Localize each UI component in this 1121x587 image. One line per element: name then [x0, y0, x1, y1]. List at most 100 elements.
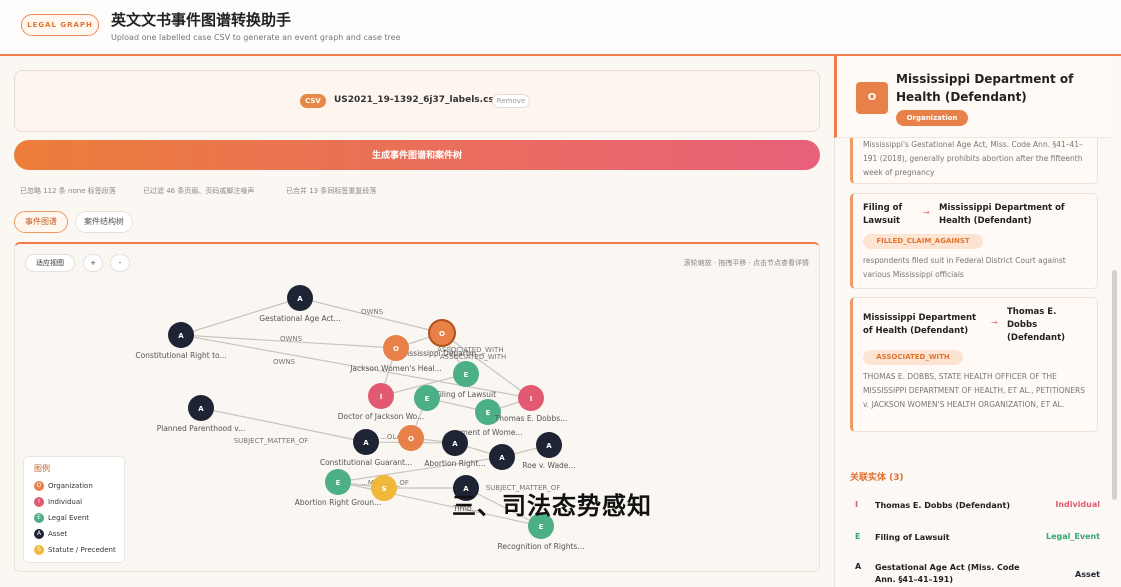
node-kind-label: A — [546, 442, 552, 450]
legend-label: Statute / Precedent — [48, 546, 116, 554]
entity-type-badge: Organization — [896, 110, 968, 126]
remove-file-button[interactable]: Remove — [492, 94, 530, 108]
relation-from: Filing of Lawsuit — [863, 203, 903, 226]
arrow-right-icon: → — [991, 318, 998, 327]
edge-label: OWNS — [361, 308, 384, 316]
legend-label: Asset — [48, 530, 68, 538]
legend-item-asset: A Asset — [34, 529, 67, 541]
node-label: Jackson Women's Heal... — [349, 364, 442, 373]
edge-label: SUBJECT_MATTER_OF — [234, 437, 309, 445]
overlay-caption: 三、司法态势感知 — [452, 492, 652, 520]
node-kind-label: A — [178, 332, 184, 340]
related-entity-item[interactable]: A Gestational Age Act (Miss. Code Ann. §… — [850, 562, 1100, 586]
zoom-out-button[interactable]: - — [110, 254, 130, 272]
node-kind-label: I — [380, 393, 383, 401]
individual-dot-icon: I — [34, 497, 44, 507]
relation-card[interactable]: Mississippi's Gestational Age Act, Miss.… — [850, 138, 1098, 184]
app-header: LEGAL GRAPH 英文文书事件图谱转换助手 Upload one labe… — [0, 0, 1121, 56]
node-kind-label: I — [530, 395, 533, 403]
entity-header: O Mississippi Department of Health (Defe… — [834, 56, 1114, 138]
node-label: Abortion Right... — [424, 459, 485, 468]
relation-type-badge: FILLED_CLAIM_AGAINST — [863, 234, 983, 249]
relation-evidence: THOMAS E. DOBBS, STATE HEALTH OFFICER OF… — [863, 372, 1085, 409]
node-kind-label: E — [539, 523, 544, 531]
graph-edge — [441, 332, 532, 399]
node-label: Constitutional Guarant... — [320, 458, 412, 467]
legal-event-icon: E — [855, 532, 861, 541]
edge-label: OWNS — [280, 335, 303, 343]
organization-dot-icon: O — [34, 481, 44, 491]
legend-label: Organization — [48, 482, 93, 490]
edge-label: OWNS — [273, 358, 296, 366]
node-kind-label: S — [381, 485, 386, 493]
stat-ignored: 已忽略 112 条 none 标签段落 — [20, 187, 116, 195]
node-label: Planned Parenthood v... — [157, 424, 246, 433]
node-label: Mississippi Departm... — [401, 349, 484, 358]
node-kind-label: A — [198, 405, 204, 413]
scrollbar[interactable] — [1112, 270, 1117, 500]
relation-to: Thomas E. Dobbs (Defendant) — [1007, 307, 1066, 343]
node-label: Constitutional Right to... — [135, 351, 226, 360]
stat-filtered: 已过滤 46 条页眉、页码或脚注噪声 — [143, 187, 255, 195]
node-label: Gestational Age Act... — [259, 314, 340, 323]
node-kind-label: A — [363, 439, 369, 447]
related-entity-type: Individual — [1055, 500, 1100, 509]
legend-item-legal-event: E Legal Event — [34, 513, 89, 525]
app-title: 英文文书事件图谱转换助手 — [111, 11, 292, 29]
node-label: Thomas E. Dobbs... — [494, 414, 568, 423]
node-kind-label: E — [336, 479, 341, 487]
legal-event-dot-icon: E — [34, 513, 44, 523]
relation-from: Mississippi Department of Health (Defend… — [863, 313, 977, 336]
zoom-in-button[interactable]: + — [83, 254, 103, 272]
legend-label: Individual — [48, 498, 83, 506]
node-kind-label: A — [297, 295, 303, 303]
entity-name: Mississippi Department of Health (Defend… — [896, 72, 1074, 104]
legend-item-individual: I Individual — [34, 497, 82, 509]
relation-type-badge: ASSOCIATED_WITH — [863, 350, 963, 365]
related-entity-name: Thomas E. Dobbs (Defendant) — [875, 501, 1010, 510]
individual-icon: I — [855, 500, 858, 509]
app-subtitle: Upload one labelled case CSV to generate… — [111, 33, 401, 42]
legend-item-organization: O Organization — [34, 481, 93, 493]
related-entity-type: Legal_Event — [1045, 532, 1100, 541]
node-label: Roe v. Wade... — [522, 461, 575, 470]
generate-button[interactable]: 生成事件图谱和案件树 — [14, 140, 820, 170]
node-kind-label: E — [464, 371, 469, 379]
organization-icon: O — [856, 82, 888, 114]
related-entity-name: Filing of Lawsuit — [875, 533, 950, 542]
relation-evidence: Mississippi's Gestational Age Act, Miss.… — [863, 140, 1083, 177]
graph-hint: 滚轮缩放 · 拖拽平移 · 点击节点查看详情 — [683, 259, 809, 267]
relation-to: Mississippi Department of Health (Defend… — [939, 203, 1065, 226]
stat-merged: 已合并 13 条同标签重复段落 — [286, 187, 377, 195]
app-window: LEGAL GRAPH 英文文书事件图谱转换助手 Upload one labe… — [0, 0, 1121, 587]
asset-dot-icon: A — [34, 529, 44, 539]
tab-case-tree[interactable]: 案件结构树 — [75, 211, 133, 233]
node-kind-label: O — [439, 330, 445, 338]
node-kind-label: O — [393, 345, 399, 353]
node-kind-label: A — [499, 454, 505, 462]
related-entity-item[interactable]: I Thomas E. Dobbs (Defendant) Individual — [850, 500, 1100, 516]
asset-icon: A — [855, 562, 862, 571]
legend-label: Legal Event — [48, 514, 90, 522]
node-kind-label: E — [425, 395, 430, 403]
legend-title: 图例 — [34, 464, 50, 473]
related-entities-title: 关联实体 (3) — [850, 473, 904, 483]
relation-evidence: respondents filed suit in Federal Distri… — [863, 256, 1066, 279]
statute-dot-icon: S — [34, 545, 44, 555]
legend-item-statute: S Statute / Precedent — [34, 545, 116, 557]
node-label: Filing of Lawsuit — [436, 390, 496, 399]
fit-view-button[interactable]: 适应视图 — [25, 254, 75, 272]
graph-panel[interactable]: OWNS OWNS OWNS ASSOCIATED_WITH ...ASSOCIATED… — [14, 242, 820, 572]
csv-tag: CSV — [300, 94, 326, 108]
node-label: Abortion Right Groun... — [295, 498, 381, 507]
brand-logo: LEGAL GRAPH — [21, 14, 99, 36]
relation-card[interactable]: Mississippi Department of Health (Defend… — [850, 297, 1098, 432]
tab-event-graph[interactable]: 事件图谱 — [14, 211, 68, 233]
relation-card[interactable]: Filing of Lawsuit → Mississippi Departme… — [850, 193, 1098, 289]
graph-canvas[interactable]: OWNSOWNSOWNSASSOCIATED_WITH...ASSOCIATED… — [15, 244, 820, 572]
node-label: Recognition of Rights... — [498, 542, 585, 551]
uploaded-filename: US2021_19-1392_6j37_labels.csv — [334, 95, 500, 105]
related-entity-type: Asset — [1075, 570, 1100, 579]
related-entity-item[interactable]: E Filing of Lawsuit Legal_Event — [850, 532, 1100, 548]
node-kind-label: A — [452, 440, 458, 448]
